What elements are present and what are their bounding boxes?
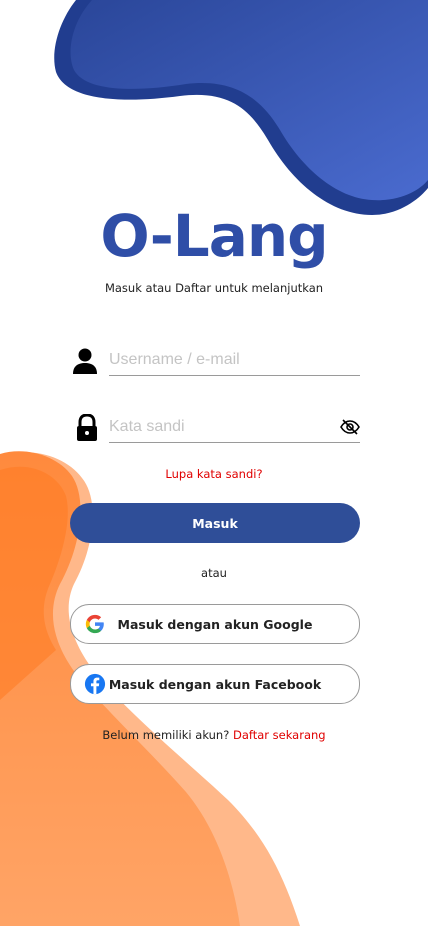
eye-slash-icon[interactable] — [340, 418, 360, 436]
subtitle: Masuk atau Daftar untuk melanjutkan — [104, 281, 324, 295]
person-icon — [73, 348, 97, 374]
lock-icon — [77, 414, 97, 441]
password-field — [109, 414, 360, 443]
login-button[interactable]: Masuk — [70, 503, 360, 543]
app-logo: O-Lang — [100, 202, 328, 270]
username-input[interactable] — [109, 347, 329, 373]
username-field — [109, 347, 360, 376]
forgot-password-link[interactable]: Lupa kata sandi? — [0, 467, 428, 481]
register-prompt-text: Belum memiliki akun? — [102, 728, 230, 742]
register-link[interactable]: Daftar sekarang — [233, 728, 326, 742]
google-login-label: Masuk dengan akun Google — [117, 616, 313, 632]
register-prompt: Belum memiliki akun? Daftar sekarang — [0, 728, 428, 742]
facebook-login-button[interactable]: Masuk dengan akun Facebook — [70, 664, 360, 704]
google-login-button[interactable]: Masuk dengan akun Google — [70, 604, 360, 644]
login-button-label: Masuk — [192, 515, 238, 531]
facebook-login-label: Masuk dengan akun Facebook — [108, 676, 322, 692]
or-divider: atau — [201, 566, 227, 580]
password-input[interactable] — [109, 414, 329, 440]
login-screen: O-Lang Masuk atau Daftar untuk melanjutk… — [0, 0, 428, 926]
